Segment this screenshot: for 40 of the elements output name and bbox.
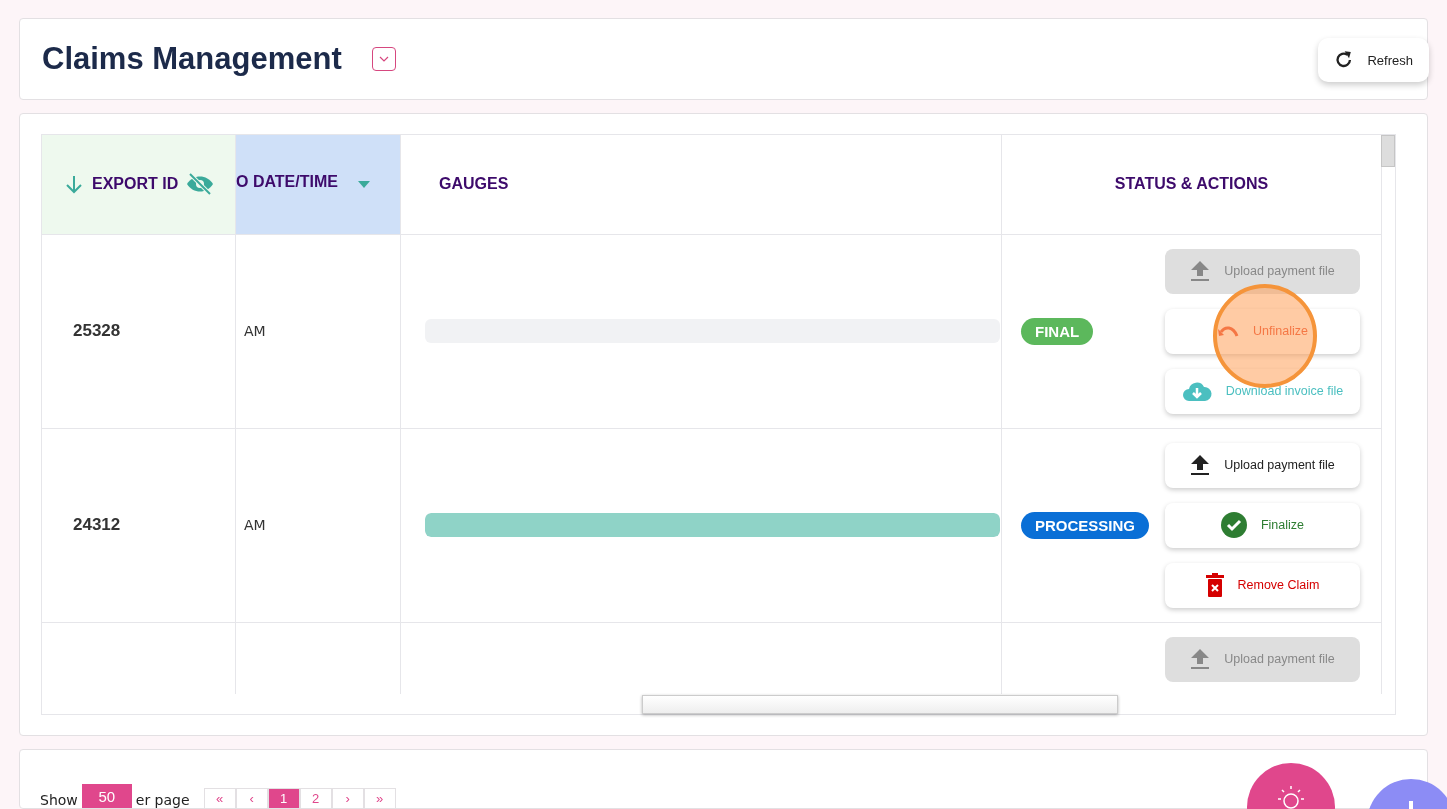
vertical-scrollbar[interactable] [1381,134,1395,167]
upload-icon [1190,260,1211,283]
upload-icon [1190,648,1211,671]
lightbulb-icon [1277,785,1305,809]
date-time: AM [243,517,266,534]
page-button[interactable]: › [331,788,364,808]
page-size-button[interactable]: 50 [81,784,132,808]
export-id: 24312 [72,515,121,536]
page-button[interactable]: 1 [267,788,300,808]
page-title: Claims Management [42,40,342,77]
page-button[interactable]: 2 [299,788,332,808]
column-header[interactable]: EXPORT ID [42,134,236,235]
column-header[interactable]: GAUGES [401,134,1002,235]
undo-icon [1217,324,1240,339]
page-button[interactable]: « [203,788,236,808]
caret-down-icon[interactable] [357,180,370,188]
plus-icon [1409,801,1413,809]
upload-button[interactable]: Upload payment file [1165,442,1360,488]
download-button[interactable]: Download invoice file [1165,368,1360,414]
dropdown-button[interactable] [371,46,396,71]
export-id: 25328 [72,321,121,342]
page-button[interactable]: ‹ [235,788,268,808]
show-label: Show [40,792,78,808]
cloud-download-icon [1181,380,1212,403]
eye-off-icon[interactable] [186,173,215,196]
status-badge: FINAL [1021,317,1094,345]
refresh-button[interactable]: Refresh [1318,38,1429,82]
chevron-down-icon [378,55,389,62]
status-badge: PROCESSING [1021,511,1150,539]
date-time: AM [243,323,266,340]
sort-down-icon [64,174,84,195]
upload-icon [1190,454,1211,477]
horizontal-scrollbar[interactable] [642,694,1118,714]
per-page-label: er page [135,792,190,808]
check-circle-icon [1220,512,1247,539]
remove-button[interactable]: Remove Claim [1165,562,1360,608]
finalize-button[interactable]: Finalize [1165,502,1360,548]
page-button[interactable]: » [363,788,396,808]
column-header[interactable]: O DATE/TIME [236,134,401,235]
trash-icon [1205,573,1224,598]
